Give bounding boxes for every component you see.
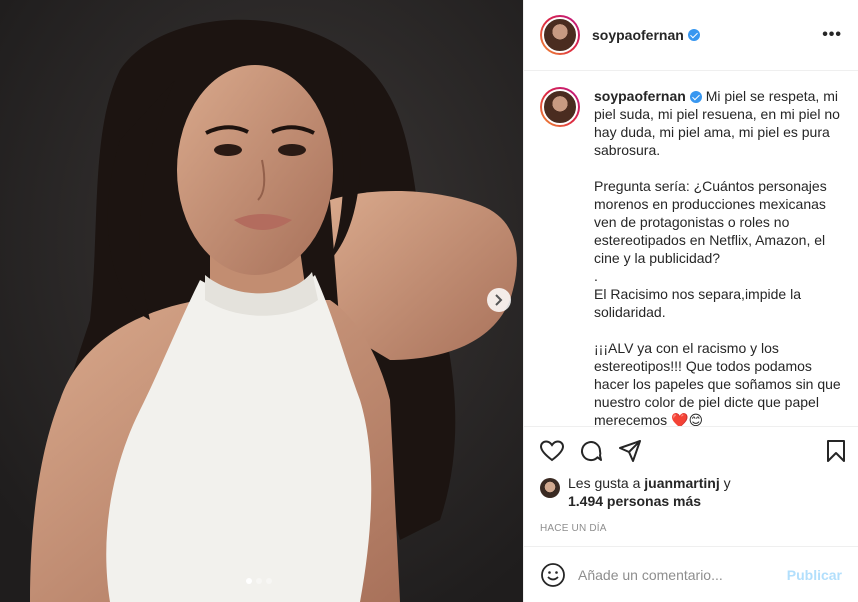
post-side-panel: soypaofernan ••• soypaofernan Mi piel se…: [523, 0, 858, 602]
publish-button[interactable]: Publicar: [787, 567, 842, 583]
portrait-image: [0, 0, 523, 602]
carousel-dot: [256, 578, 262, 584]
caption: soypaofernan Mi piel se respeta, mi piel…: [540, 87, 842, 426]
liker-username[interactable]: juanmartinj: [644, 475, 719, 491]
post-photo[interactable]: [0, 0, 523, 602]
comment-bubble-icon: [581, 440, 602, 461]
likes-text: Les gusta a juanmartinj y 1.494 personas…: [568, 475, 731, 509]
post-header: soypaofernan •••: [524, 0, 858, 71]
author-avatar[interactable]: [540, 15, 580, 55]
emoji-icon[interactable]: [540, 562, 566, 588]
comments-section[interactable]: soypaofernan Mi piel se respeta, mi piel…: [524, 71, 858, 426]
verified-badge-icon: [689, 91, 702, 104]
likes-summary: Les gusta a juanmartinj y 1.494 personas…: [524, 474, 858, 520]
post-timestamp[interactable]: HACE UN DÍA: [524, 520, 858, 546]
caption-body: Mi piel se respeta, mi piel suda, mi pie…: [594, 88, 841, 426]
like-button[interactable]: [538, 437, 566, 465]
comment-input[interactable]: [578, 566, 787, 583]
comment-composer: Publicar: [524, 546, 858, 602]
comment-button[interactable]: [577, 437, 605, 465]
likes-count[interactable]: 1.494 personas más: [568, 493, 701, 509]
caption-username[interactable]: soypaofernan: [594, 88, 686, 104]
more-options-icon[interactable]: •••: [822, 26, 842, 44]
next-photo-button[interactable]: [487, 288, 511, 312]
save-button[interactable]: [822, 437, 850, 465]
liker-avatar[interactable]: [540, 478, 560, 498]
caption-text: soypaofernan Mi piel se respeta, mi piel…: [594, 87, 842, 426]
heart-icon: [540, 439, 564, 461]
carousel-dot: [246, 578, 252, 584]
author-username[interactable]: soypaofernan: [592, 27, 684, 43]
carousel-dot: [266, 578, 272, 584]
post-dialog: soypaofernan ••• soypaofernan Mi piel se…: [0, 0, 858, 602]
verified-badge-icon: [687, 29, 700, 41]
post-actions: [524, 426, 858, 474]
bookmark-icon: [827, 439, 845, 462]
share-button[interactable]: [616, 437, 644, 465]
chevron-right-icon: [495, 294, 503, 306]
send-icon: [619, 439, 641, 462]
caption-avatar[interactable]: [540, 87, 580, 127]
carousel-indicator: [246, 578, 272, 584]
